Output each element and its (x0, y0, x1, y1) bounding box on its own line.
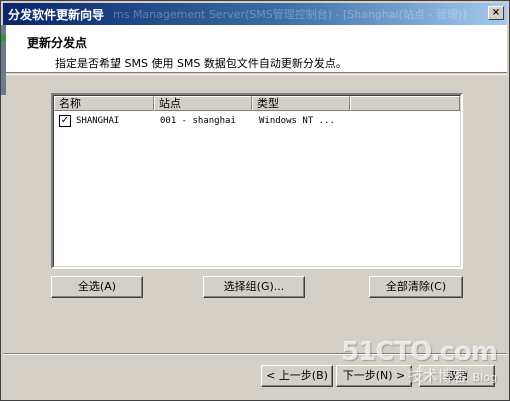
background-window-title: ms Management Server(SMS管理控制台) - [Shangh… (113, 8, 467, 21)
distribution-point-list[interactable]: 名称 站点 类型 ✓ SHANGHAI 001 - shanghai Windo… (51, 93, 463, 269)
background-strip-mark (1, 35, 6, 41)
next-button[interactable]: 下一步(N) > (336, 365, 412, 387)
background-window-edge (1, 25, 6, 95)
watermark-site: 51CTO.com (341, 337, 498, 367)
header-divider (3, 74, 507, 75)
row-type: Windows NT ... (259, 116, 335, 126)
row-checkbox[interactable]: ✓ (59, 115, 71, 127)
clear-all-button[interactable]: 全部清除(C) (369, 276, 463, 298)
column-header-site[interactable]: 站点 (154, 96, 252, 111)
cancel-button[interactable]: 取消 (419, 365, 495, 387)
list-row[interactable]: ✓ SHANGHAI 001 - shanghai Windows NT ... (56, 114, 456, 130)
row-site: 001 - shanghai (160, 116, 236, 126)
page-subtitle: 指定是否希望 SMS 使用 SMS 数据包文件自动更新分发点。 (55, 57, 347, 70)
select-group-button[interactable]: 选择组(G)... (203, 276, 305, 298)
wizard-window: 分发软件更新向导 ms Management Server(SMS管理控制台) … (0, 0, 510, 401)
select-all-button[interactable]: 全选(A) (51, 276, 143, 298)
row-name: SHANGHAI (76, 116, 120, 126)
wizard-header: 更新分发点 指定是否希望 SMS 使用 SMS 数据包文件自动更新分发点。 (3, 25, 507, 73)
window-title: 分发软件更新向导 (8, 8, 105, 22)
list-frame: 名称 站点 类型 ✓ SHANGHAI 001 - shanghai Windo… (53, 95, 461, 267)
footer-separator (3, 353, 507, 355)
close-button[interactable]: × (488, 6, 504, 20)
back-button[interactable]: < 上一步(B) (261, 365, 333, 387)
column-header-type[interactable]: 类型 (252, 96, 350, 111)
title-bar[interactable]: 分发软件更新向导 ms Management Server(SMS管理控制台) … (3, 3, 507, 25)
page-title: 更新分发点 (27, 36, 88, 50)
list-header: 名称 站点 类型 (54, 96, 460, 111)
column-header-name[interactable]: 名称 (54, 96, 154, 111)
column-header-filler (350, 96, 460, 111)
